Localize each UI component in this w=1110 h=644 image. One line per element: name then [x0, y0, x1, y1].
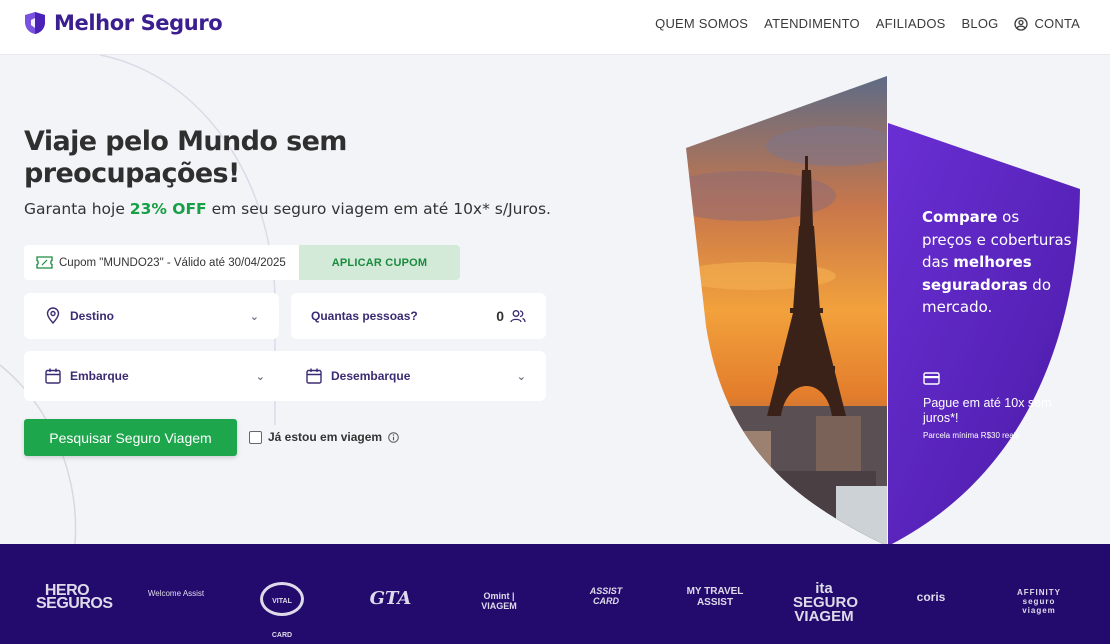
ticket-icon: [36, 256, 53, 269]
promo-compare-text: Compare os preços e coberturas das melho…: [922, 206, 1072, 319]
people-count: 0: [496, 308, 504, 324]
return-date-picker[interactable]: Desembarque ⌄: [285, 351, 546, 401]
return-label: Desembarque: [331, 369, 411, 383]
departure-date-picker[interactable]: Embarque ⌄: [24, 351, 285, 401]
hero-subtitle: Garanta hoje 23% OFF em seu seguro viage…: [24, 200, 551, 218]
partner-logo-gta: GTA: [369, 588, 412, 609]
brand-name: Melhor Seguro: [54, 11, 223, 35]
destination-label: Destino: [70, 309, 115, 323]
nav-quem-somos[interactable]: QUEM SOMOS: [655, 16, 748, 31]
partner-logo-ita: ita SEGURO VIAGEM: [793, 580, 859, 625]
apply-coupon-button[interactable]: APLICAR CUPOM: [299, 245, 460, 280]
partner-logo-hero: HERO SEGUROS: [36, 582, 113, 612]
user-circle-icon: [1014, 16, 1029, 31]
brand-logo[interactable]: Melhor Seguro: [24, 11, 223, 35]
already-traveling-option[interactable]: Já estou em viagem: [249, 430, 399, 444]
map-pin-icon: [46, 307, 60, 325]
calendar-icon: [45, 368, 61, 384]
chevron-down-icon: ⌄: [249, 310, 259, 323]
nav-atendimento[interactable]: ATENDIMENTO: [764, 16, 860, 31]
installment-title: Pague em até 10x sem juros*!: [923, 396, 1052, 425]
partner-logo-coris: coris: [916, 590, 946, 604]
nav-blog[interactable]: BLOG: [962, 16, 999, 31]
discount-highlight: 23% OFF: [129, 200, 207, 218]
partner-logo-welcome: Welcome Assist: [147, 589, 205, 598]
nav-conta-label: CONTA: [1034, 16, 1080, 31]
credit-card-icon: [923, 372, 940, 385]
already-traveling-label: Já estou em viagem: [268, 430, 383, 444]
main-nav: QUEM SOMOS ATENDIMENTO AFILIADOS BLOG CO…: [655, 16, 1080, 31]
users-icon: [510, 310, 526, 323]
dates-row: Embarque ⌄ Desembarque ⌄: [24, 351, 546, 401]
site-header: Melhor Seguro QUEM SOMOS ATENDIMENTO AFI…: [0, 0, 1110, 55]
hero-title: Viaje pelo Mundo sem preocupações!: [24, 126, 347, 189]
purple-shield-panel: [888, 123, 1080, 546]
installment-note: Parcela mínima R$30 reais: [923, 431, 1020, 440]
partners-band: HERO SEGUROS Welcome Assist VITAL CARD G…: [0, 544, 1110, 644]
nav-afiliados[interactable]: AFILIADOS: [876, 16, 946, 31]
calendar-icon: [306, 368, 322, 384]
departure-label: Embarque: [70, 369, 129, 383]
coupon-text: Cupom "MUNDO23" - Válido até 30/04/2025: [59, 256, 286, 269]
search-insurance-button[interactable]: Pesquisar Seguro Viagem: [24, 419, 237, 456]
chevron-down-icon: ⌄: [255, 370, 265, 383]
partner-logo-omint: Omint | VIAGEM: [481, 591, 517, 611]
nav-conta[interactable]: CONTA: [1014, 16, 1080, 31]
coupon-info: Cupom "MUNDO23" - Válido até 30/04/2025: [24, 256, 299, 269]
partner-logo-affinity: AFFINITY seguro viagem: [1017, 588, 1061, 615]
info-icon[interactable]: [388, 431, 399, 443]
destination-select[interactable]: Destino ⌄: [24, 293, 279, 339]
people-label: Quantas pessoas?: [311, 309, 418, 323]
coupon-bar: Cupom "MUNDO23" - Válido até 30/04/2025 …: [24, 245, 460, 280]
hero-subtitle-pre: Garanta hoje: [24, 200, 130, 218]
partner-logo-mytravelassist: MY TRAVEL ASSIST: [686, 586, 744, 608]
hero-subtitle-post: em seu seguro viagem em até 10x* s/Juros…: [206, 200, 551, 218]
installment-info: Pague em até 10x sem juros*! Parcela mín…: [923, 372, 1073, 440]
partner-logo-vitalcard: VITAL CARD: [260, 582, 304, 639]
shield-logo-icon: [25, 12, 45, 34]
compare-bold: Compare: [922, 208, 998, 226]
chevron-down-icon: ⌄: [516, 370, 526, 383]
partner-logo-assistcard: ASSIST CARD: [589, 586, 623, 606]
already-traveling-checkbox[interactable]: [249, 430, 262, 444]
people-counter[interactable]: Quantas pessoas? 0: [291, 293, 546, 339]
